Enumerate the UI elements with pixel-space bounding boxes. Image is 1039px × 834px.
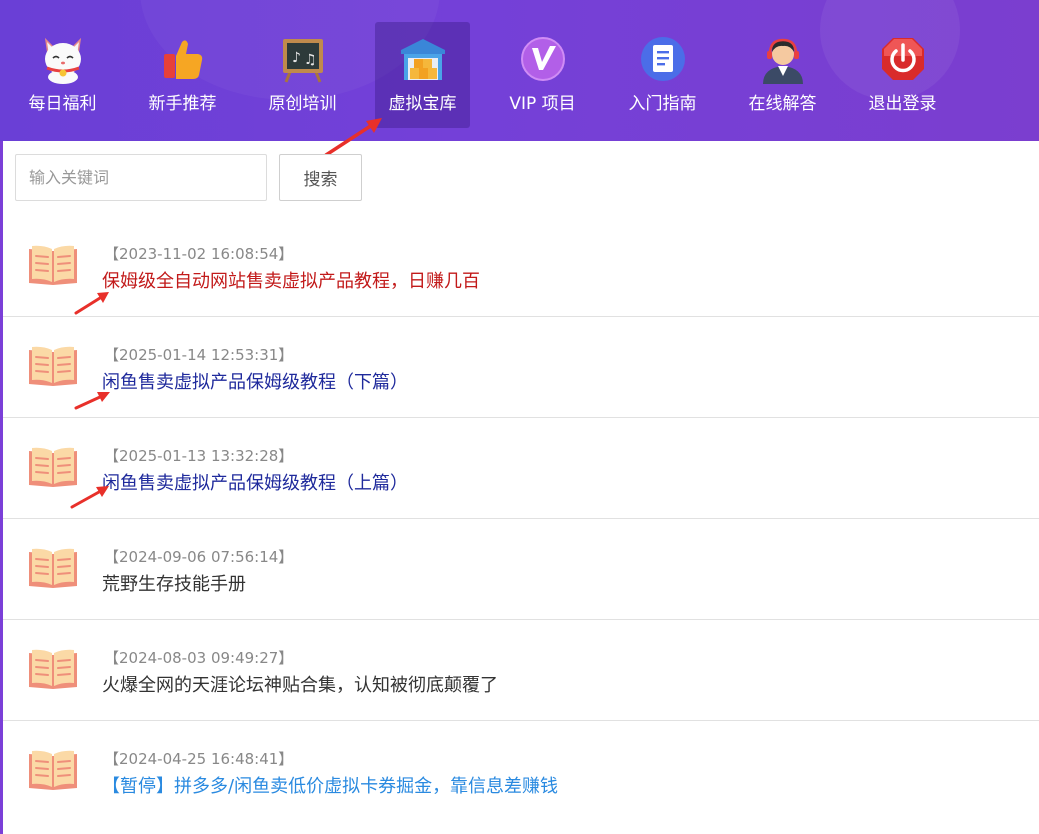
nav-item-label: 原创培训 [268, 94, 337, 114]
item-date: 【2024-09-06 07:56:14】 [104, 548, 294, 566]
nav-item-label: 入门指南 [628, 94, 697, 114]
item-title-link[interactable]: 荒野生存技能手册 [102, 570, 246, 596]
thumbs-up-icon [163, 40, 202, 79]
nav-item-label: 退出登录 [868, 94, 937, 114]
open-book-icon [29, 245, 77, 285]
svg-text:♫: ♫ [304, 52, 317, 68]
item-title-link[interactable]: 闲鱼售卖虚拟产品保姆级教程（上篇） [102, 469, 408, 495]
nav-item-label: 每日福利 [28, 94, 97, 114]
nav-item-newbie-recommend[interactable]: 新手推荐 [135, 22, 230, 128]
item-title-link[interactable]: 闲鱼售卖虚拟产品保姆级教程（下篇） [102, 368, 408, 394]
nav-item-label: 虚拟宝库 [388, 94, 457, 114]
svg-text:♪: ♪ [292, 50, 301, 66]
search-button[interactable]: 搜索 [279, 154, 362, 201]
nav-item-label: 在线解答 [748, 94, 817, 114]
item-title-link[interactable]: 【暂停】拼多多/闲鱼卖低价虚拟卡券掘金，靠信息差赚钱 [102, 772, 558, 798]
document-icon [640, 37, 685, 81]
nav-item-original-training[interactable]: ♪ ♫ 原创培训 [255, 22, 350, 128]
annotation-arrow-icon [74, 292, 109, 315]
open-book-icon [29, 346, 77, 386]
item-date: 【2024-04-25 16:48:41】 [104, 750, 294, 768]
nav-item-vip-project[interactable]: VIP 项目 [495, 22, 590, 128]
open-book-icon [29, 649, 77, 689]
warehouse-icon [400, 39, 445, 80]
nav-item-label: VIP 项目 [509, 94, 576, 114]
top-nav: 每日福利 新手推荐 ♪ ♫ 原创培训 虚拟宝库 VIP 项目 入门指南 在线解答… [0, 0, 1039, 141]
open-book-icon [29, 750, 77, 790]
list-item[interactable]: 【2024-09-06 07:56:14】 荒野生存技能手册 [3, 519, 1039, 620]
list-item[interactable]: 【2025-01-14 12:53:31】 闲鱼售卖虚拟产品保姆级教程（下篇） [3, 317, 1039, 418]
article-list: 【2023-11-02 16:08:54】 保姆级全自动网站售卖虚拟产品教程，日… [3, 216, 1039, 822]
item-date: 【2025-01-14 12:53:31】 [104, 346, 294, 364]
item-date: 【2023-11-02 16:08:54】 [104, 245, 294, 263]
list-item[interactable]: 【2025-01-13 13:32:28】 闲鱼售卖虚拟产品保姆级教程（上篇） [3, 418, 1039, 519]
item-title-link[interactable]: 火爆全网的天涯论坛神贴合集，认知被彻底颠覆了 [102, 671, 498, 697]
item-title-link[interactable]: 保姆级全自动网站售卖虚拟产品教程，日赚几百 [102, 267, 480, 293]
power-icon [881, 38, 924, 80]
open-book-icon [29, 447, 77, 487]
nav-item-label: 新手推荐 [148, 94, 217, 114]
list-item[interactable]: 【2024-08-03 09:49:27】 火爆全网的天涯论坛神贴合集，认知被彻… [3, 620, 1039, 721]
item-date: 【2024-08-03 09:49:27】 [104, 649, 294, 667]
search-input[interactable] [15, 154, 267, 201]
item-date: 【2025-01-13 13:32:28】 [104, 447, 294, 465]
nav-item-logout[interactable]: 退出登录 [855, 22, 950, 128]
support-agent-icon [762, 38, 803, 84]
vip-icon [520, 37, 565, 81]
chalkboard-icon: ♪ ♫ [282, 39, 323, 83]
nav-item-online-answer[interactable]: 在线解答 [735, 22, 830, 128]
list-item[interactable]: 【2024-04-25 16:48:41】 【暂停】拼多多/闲鱼卖低价虚拟卡券掘… [3, 721, 1039, 822]
nav-item-beginner-guide[interactable]: 入门指南 [615, 22, 710, 128]
lucky-cat-icon [44, 37, 81, 84]
nav-item-virtual-treasury[interactable]: 虚拟宝库 [375, 22, 470, 128]
nav-item-daily-welfare[interactable]: 每日福利 [15, 22, 110, 128]
open-book-icon [29, 548, 77, 588]
list-item[interactable]: 【2023-11-02 16:08:54】 保姆级全自动网站售卖虚拟产品教程，日… [3, 216, 1039, 317]
